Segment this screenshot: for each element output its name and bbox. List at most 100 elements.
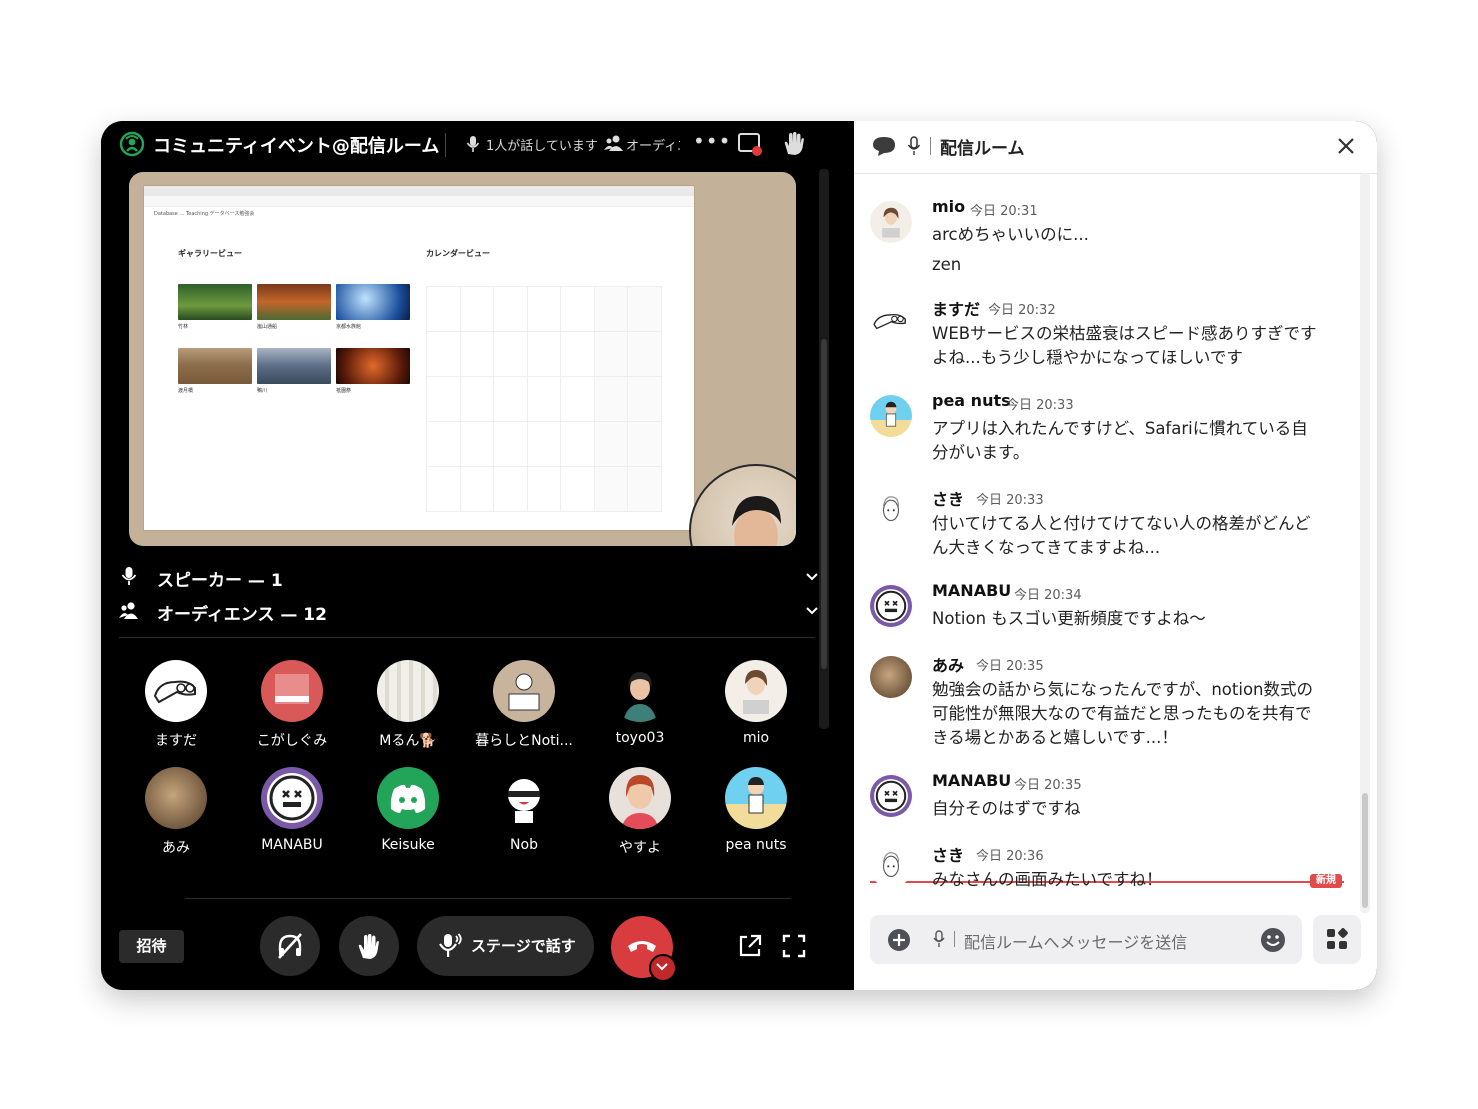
calendar-grid (426, 286, 662, 512)
avatar (725, 767, 787, 829)
audience-member[interactable]: やすよ (582, 767, 698, 857)
audience-member[interactable]: 暮らしとNoti... (466, 660, 582, 750)
audience-member[interactable]: Mるん🐕 (350, 660, 466, 750)
gallery-card: 京都水族館 (336, 284, 410, 340)
chat-title: 配信ルーム (940, 139, 1025, 159)
screen-share[interactable]: Database … Teaching データベース勉強会 ギャラリービュー カ… (129, 172, 796, 546)
header-divider (930, 137, 931, 155)
audience-icon (119, 602, 138, 619)
speaker-webcam (689, 464, 796, 546)
stage-channel-icon (119, 131, 145, 157)
audience-status: オーディエ (626, 139, 680, 154)
talk-on-stage-label: ステージで話す (471, 937, 576, 955)
avatar[interactable] (870, 775, 912, 817)
gallery-view-heading: ギャラリービュー (178, 249, 242, 258)
member-name: MANABU (261, 837, 323, 853)
stage-panel: コミュニティイベント@配信ルーム 1人が話しています オーディエ ••• (101, 121, 845, 990)
voice-channel-icon (933, 930, 945, 947)
message-text: 付いてけてる人と付けてけてない人の格差がどんどん大きくなってきてますよね... (932, 514, 1311, 557)
member-name: あみ (162, 840, 190, 856)
hand-icon (358, 934, 379, 959)
leave-options-button[interactable] (649, 954, 677, 982)
avatar[interactable] (870, 490, 912, 532)
member-name: Keisuke (381, 837, 435, 853)
app-window: コミュニティイベント@配信ルーム 1人が話しています オーディエ ••• (101, 121, 1377, 990)
message-timestamp: 今日 20:35 (976, 659, 1044, 674)
audience-member[interactable]: Nob (466, 767, 582, 853)
avatar[interactable] (870, 656, 912, 698)
calendar-view-heading: カレンダービュー (426, 249, 490, 258)
section-divider (119, 637, 815, 638)
speaking-status: 1人が話しています (486, 139, 598, 154)
apps-button[interactable] (1313, 915, 1361, 964)
gallery-card: 嵐山通船 (257, 284, 331, 340)
message-author[interactable]: ますだ (932, 296, 980, 320)
avatar[interactable] (870, 395, 912, 437)
composer-divider (954, 931, 955, 947)
headphones-muted-icon (278, 933, 302, 959)
message-text: 勉強会の話から気になったんですが、notion数式の可能性が無限大なので有益だと… (932, 680, 1314, 747)
message-text: arcめちゃいいのに... (932, 225, 1089, 244)
member-name: 暮らしとNoti... (475, 733, 573, 749)
audience-member[interactable]: toyo03 (582, 660, 698, 746)
audience-member[interactable]: mio (698, 660, 814, 746)
picture-in-picture-icon[interactable] (737, 131, 763, 157)
message-composer[interactable]: 配信ルームへメッセージを送信 (870, 915, 1302, 964)
raise-hand-button[interactable] (339, 916, 399, 976)
message-list: mio 今日 20:31 arcめちゃいいのに... zen ますだ 今日 20… (854, 173, 1377, 913)
audience-member[interactable]: pea nuts (698, 767, 814, 853)
chevron-down-icon (656, 963, 668, 971)
controls-divider (185, 898, 791, 899)
message-author[interactable]: さき (932, 842, 964, 866)
talk-on-stage-button[interactable]: ステージで話す (417, 916, 594, 976)
avatar (261, 767, 323, 829)
avatar (493, 767, 555, 829)
fullscreen-icon[interactable] (781, 933, 807, 959)
avatar[interactable] (870, 585, 912, 627)
speakers-section[interactable]: スピーカー — 1 (119, 562, 819, 592)
emoji-icon[interactable] (1260, 927, 1286, 953)
member-name: Nob (510, 837, 538, 853)
chevron-down-icon[interactable] (805, 604, 819, 618)
audience-member[interactable]: MANABU (234, 767, 350, 853)
message-author[interactable]: mio (932, 197, 965, 216)
mute-button[interactable] (260, 916, 320, 976)
message-author[interactable]: MANABU (932, 581, 1011, 600)
chat-scrollbar[interactable] (1360, 173, 1370, 913)
chevron-down-icon[interactable] (805, 570, 819, 584)
audience-member[interactable]: Keisuke (350, 767, 466, 853)
audience-label: オーディエンス — 12 (157, 605, 327, 625)
stage-title: コミュニティイベント@配信ルーム (153, 136, 440, 157)
message-author[interactable]: さき (932, 486, 964, 510)
audience-member[interactable]: こがしぐみ (234, 660, 350, 750)
message-author[interactable]: MANABU (932, 771, 1011, 790)
avatar[interactable] (870, 300, 912, 342)
shared-browser-window: Database … Teaching データベース勉強会 ギャラリービュー カ… (144, 186, 694, 530)
avatar[interactable] (870, 846, 912, 888)
member-name: ますだ (155, 733, 197, 749)
avatar[interactable] (870, 201, 912, 243)
message-input-placeholder[interactable]: 配信ルームへメッセージを送信 (964, 929, 1187, 953)
audience-member[interactable]: あみ (118, 767, 234, 857)
mic-icon (466, 136, 480, 152)
gallery-card: 竹林 (178, 284, 252, 340)
stage-header: コミュニティイベント@配信ルーム 1人が話しています オーディエ ••• (101, 121, 845, 169)
speakers-label: スピーカー — 1 (157, 571, 283, 591)
member-name: toyo03 (615, 730, 665, 746)
close-icon[interactable] (1336, 136, 1356, 156)
message-author[interactable]: あみ (932, 652, 964, 676)
mic-icon (439, 933, 462, 957)
popout-icon[interactable] (737, 933, 763, 959)
audience-member[interactable]: ますだ (118, 660, 234, 750)
invite-button[interactable]: 招待 (119, 930, 184, 963)
message-text: アプリは入れたんですけど、Safariに慣れている自分がいます。 (932, 419, 1308, 462)
more-options-icon[interactable]: ••• (693, 129, 731, 153)
message-text: zen (932, 255, 962, 274)
audience-section[interactable]: オーディエンス — 12 (119, 596, 819, 626)
message-author[interactable]: pea nuts (932, 391, 1011, 410)
message-timestamp: 今日 20:33 (976, 493, 1044, 508)
message-timestamp: 今日 20:35 (1014, 778, 1082, 793)
add-attachment-icon[interactable] (887, 928, 911, 952)
stage-scrollbar[interactable] (819, 169, 829, 729)
raise-hand-icon[interactable] (780, 130, 808, 158)
